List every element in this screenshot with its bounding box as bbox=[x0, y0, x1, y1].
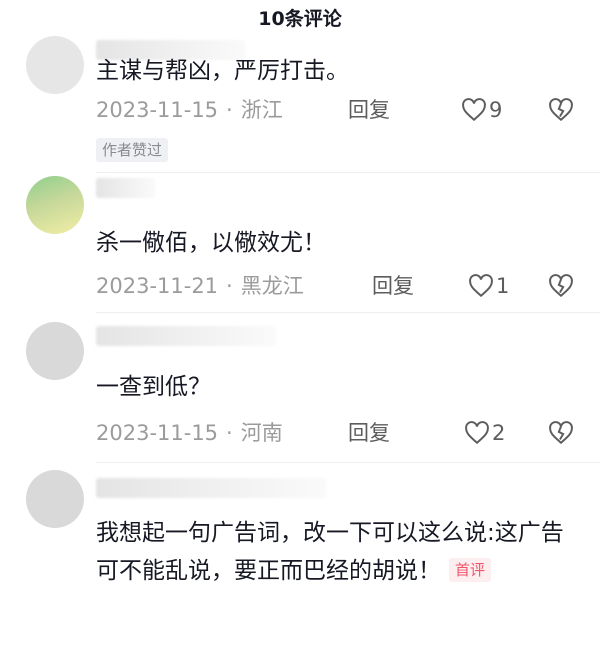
comment-date: 2023-11-15 bbox=[96, 421, 219, 445]
like-count: 2 bbox=[492, 421, 506, 445]
divider bbox=[96, 462, 600, 463]
comment-date: 2023-11-15 bbox=[96, 98, 219, 122]
username[interactable] bbox=[96, 326, 276, 346]
like-count: 1 bbox=[496, 274, 510, 298]
dislike-button[interactable] bbox=[548, 97, 574, 131]
comment-location: 浙江 bbox=[240, 98, 283, 122]
reply-button[interactable]: 回复 bbox=[372, 271, 414, 301]
avatar[interactable] bbox=[26, 470, 84, 528]
comment-text-body[interactable]: 我想起一句广告词，改一下可以这么说:这广告可不能乱说，要正而巴经的胡说！ bbox=[96, 520, 564, 584]
avatar[interactable] bbox=[26, 322, 84, 380]
comment-date-location: 2023-11-15 · 浙江 bbox=[96, 98, 283, 122]
comment-meta: 2023-11-15 · 浙江 回复 9 bbox=[96, 95, 574, 125]
comment-meta: 2023-11-21 · 黑龙江 回复 1 bbox=[96, 271, 574, 301]
dislike-button[interactable] bbox=[548, 420, 574, 454]
divider bbox=[96, 172, 600, 173]
comment-date-location: 2023-11-21 · 黑龙江 bbox=[96, 274, 304, 298]
broken-heart-icon bbox=[549, 421, 573, 445]
reply-button[interactable]: 回复 bbox=[348, 418, 390, 448]
comment-date-location: 2023-11-15 · 河南 bbox=[96, 421, 283, 445]
comment-text[interactable]: 主谋与帮凶，严厉打击。 bbox=[96, 52, 574, 90]
reply-button[interactable]: 回复 bbox=[348, 95, 390, 125]
first-comment-badge: 首评 bbox=[449, 557, 492, 582]
comment-date: 2023-11-21 bbox=[96, 274, 219, 298]
comment-text[interactable]: 我想起一句广告词，改一下可以这么说:这广告可不能乱说，要正而巴经的胡说！ 首评 bbox=[96, 514, 574, 590]
divider bbox=[96, 312, 600, 313]
comment-location: 河南 bbox=[240, 421, 283, 445]
comments-count-title: 10条评论 bbox=[258, 8, 342, 30]
author-liked-badge: 作者赞过 bbox=[96, 138, 169, 162]
like-button[interactable]: 9 bbox=[461, 95, 502, 125]
heart-outline-icon bbox=[462, 98, 486, 122]
username[interactable] bbox=[96, 478, 326, 498]
like-button[interactable]: 1 bbox=[468, 271, 509, 301]
comment-location: 黑龙江 bbox=[240, 274, 304, 298]
avatar[interactable] bbox=[26, 176, 84, 234]
comment-meta: 2023-11-15 · 河南 回复 2 bbox=[96, 418, 574, 448]
like-button[interactable]: 2 bbox=[464, 418, 505, 448]
comment-text[interactable]: 杀一儆佰，以儆效尤！ bbox=[96, 224, 574, 262]
heart-outline-icon bbox=[469, 274, 493, 298]
dislike-button[interactable] bbox=[548, 273, 574, 307]
like-count: 9 bbox=[489, 98, 503, 122]
comment-text[interactable]: 一查到低？ bbox=[96, 368, 574, 406]
heart-outline-icon bbox=[465, 421, 489, 445]
username[interactable] bbox=[96, 178, 156, 198]
broken-heart-icon bbox=[549, 274, 573, 298]
broken-heart-icon bbox=[549, 98, 573, 122]
avatar[interactable] bbox=[26, 36, 84, 94]
